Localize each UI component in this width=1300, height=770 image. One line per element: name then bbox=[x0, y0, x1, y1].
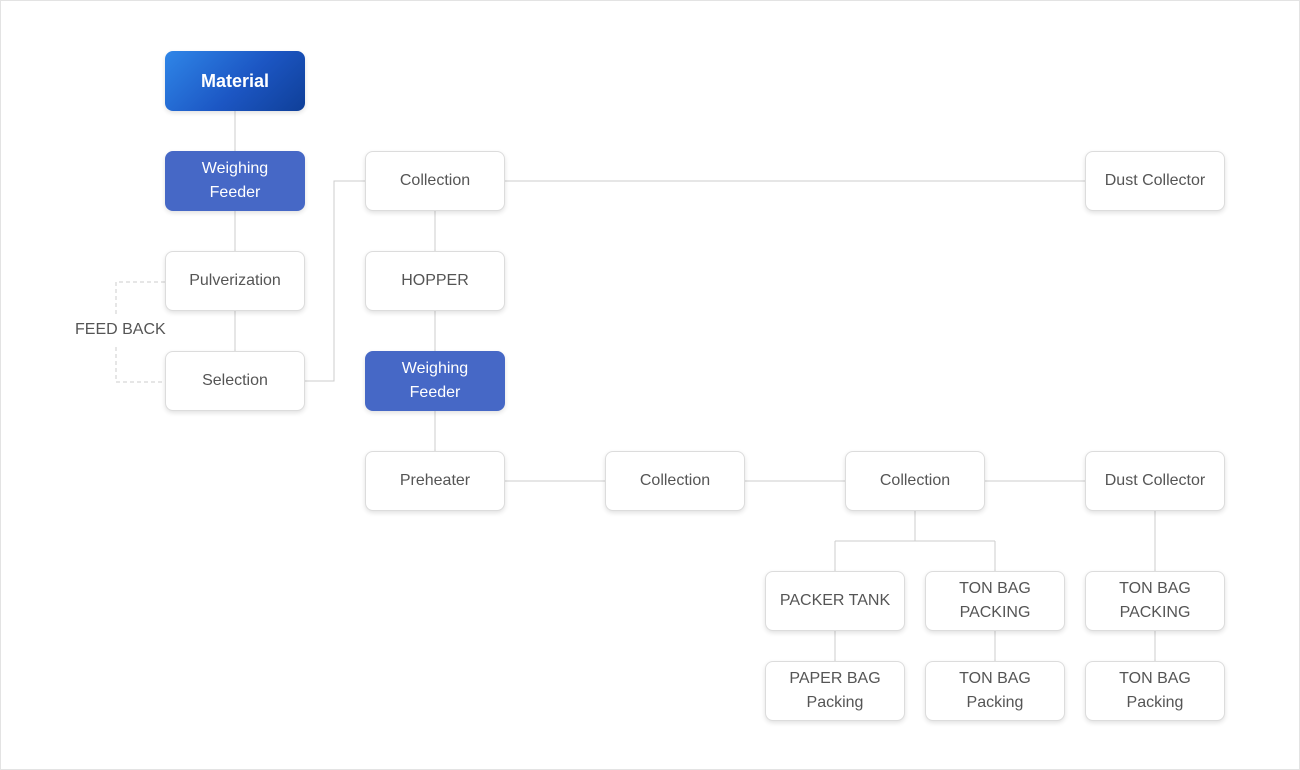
ton-bag-packing-lower-node-2: TON BAG Packing bbox=[1085, 661, 1225, 721]
feedback-label: FEED BACK bbox=[75, 321, 166, 338]
packer-tank-node: PACKER TANK bbox=[765, 571, 905, 631]
hopper-node: HOPPER bbox=[365, 251, 505, 311]
paper-bag-packing-node: PAPER BAG Packing bbox=[765, 661, 905, 721]
dust-collector-node-bottom: Dust Collector bbox=[1085, 451, 1225, 511]
preheater-node: Preheater bbox=[365, 451, 505, 511]
weighing-feeder-node-1: Weighing Feeder bbox=[165, 151, 305, 211]
ton-bag-packing-lower-node-1: TON BAG Packing bbox=[925, 661, 1065, 721]
weighing-feeder-node-2: Weighing Feeder bbox=[365, 351, 505, 411]
collection-node-mid-1: Collection bbox=[605, 451, 745, 511]
collection-node-top: Collection bbox=[365, 151, 505, 211]
material-node: Material bbox=[165, 51, 305, 111]
pulverization-node: Pulverization bbox=[165, 251, 305, 311]
dust-collector-node-top: Dust Collector bbox=[1085, 151, 1225, 211]
collection-node-mid-2: Collection bbox=[845, 451, 985, 511]
ton-bag-packing-node-2: TON BAG PACKING bbox=[1085, 571, 1225, 631]
ton-bag-packing-node-1: TON BAG PACKING bbox=[925, 571, 1065, 631]
process-flow-diagram: FEED BACK Material Weighing Feeder Pulve… bbox=[0, 0, 1300, 770]
connector-selection-collection bbox=[304, 180, 365, 382]
selection-node: Selection bbox=[165, 351, 305, 411]
